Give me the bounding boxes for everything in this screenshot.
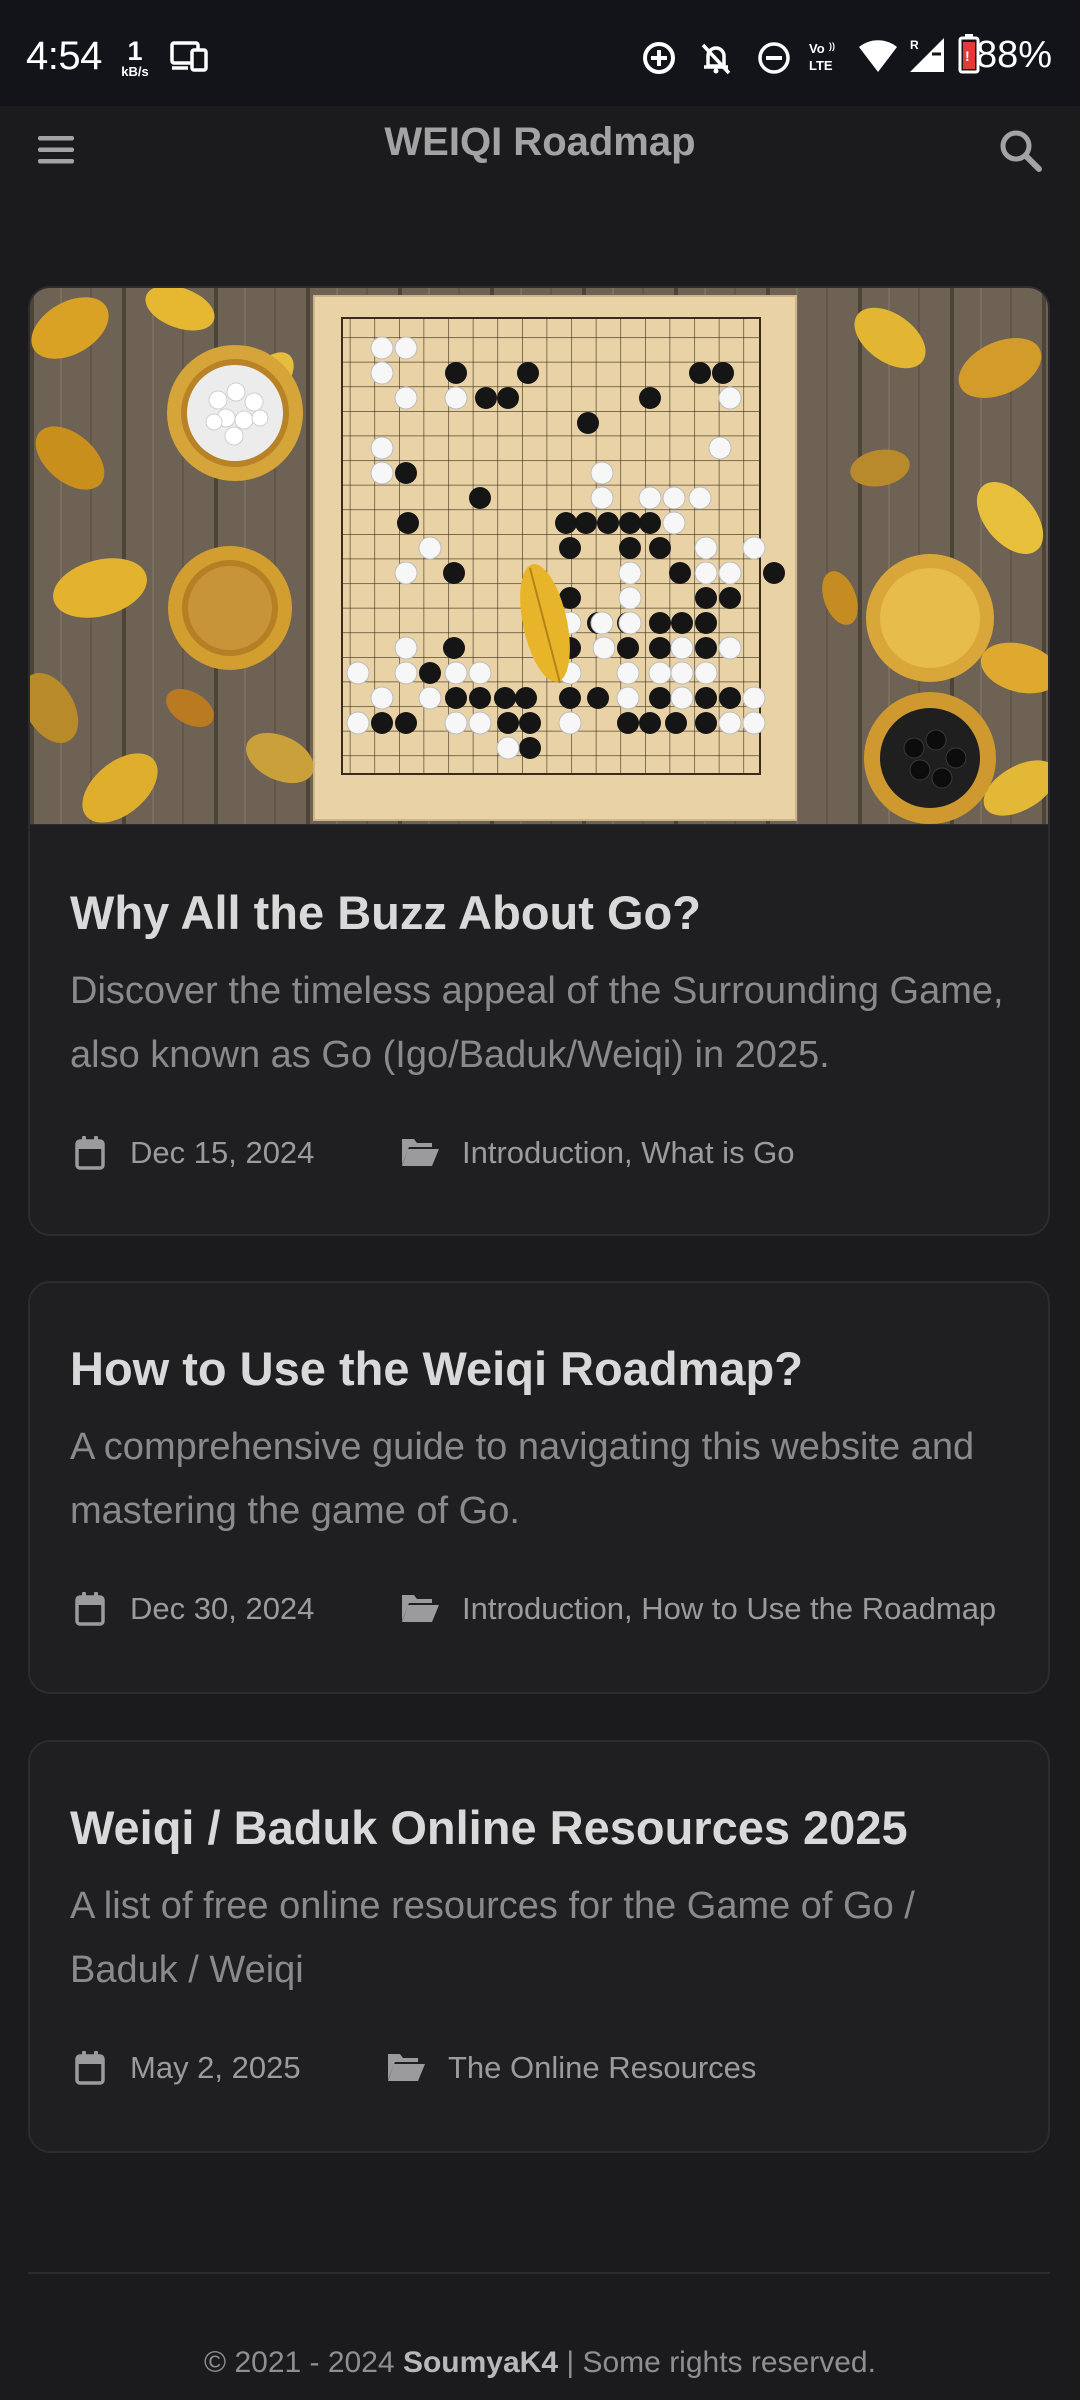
post-meta: May 2, 2025 The Online Resources (70, 2040, 1008, 2100)
post-card[interactable]: Weiqi / Baduk Online Resources 2025 A li… (28, 1740, 1050, 2153)
folder-open-icon (400, 1591, 440, 1633)
status-time: 4:54 (26, 34, 102, 78)
post-date: May 2, 2025 (130, 2050, 301, 2086)
calendar-icon (74, 2050, 106, 2094)
footer: © 2021 - 2024 SoumyaK4 | Some rights res… (0, 2346, 1080, 2380)
site-title[interactable]: WEIQI Roadmap (0, 120, 1080, 165)
app-header: WEIQI Roadmap (0, 106, 1080, 196)
footer-rights: | Some rights reserved. (566, 2346, 876, 2379)
footer-divider (28, 2272, 1050, 2274)
search-icon[interactable] (996, 126, 1044, 174)
post-date: Dec 15, 2024 (130, 1135, 315, 1171)
svg-text:!: ! (965, 48, 970, 64)
folder-open-icon (386, 2050, 426, 2092)
post-title[interactable]: How to Use the Weiqi Roadmap? (70, 1341, 1008, 1397)
post-description: A list of free online resources for the … (70, 1885, 915, 1992)
post-card[interactable]: How to Use the Weiqi Roadmap? A comprehe… (28, 1281, 1050, 1694)
network-speed-unit: kB/s (121, 64, 149, 79)
post-date: Dec 30, 2024 (130, 1591, 315, 1627)
network-speed-value: 1 (127, 36, 143, 66)
footer-copyright: © 2021 - 2024 (204, 2346, 395, 2379)
post-categories[interactable]: Introduction, How to Use the Roadmap (462, 1591, 996, 1627)
svg-text:)): )) (829, 41, 835, 51)
post-title[interactable]: Why All the Buzz About Go? (70, 885, 1008, 941)
battery-percent: 88% (975, 34, 1052, 76)
svg-text:Vo: Vo (809, 41, 825, 56)
post-meta: Dec 15, 2024 Introduction, What is Go (70, 1125, 1008, 1185)
post-title[interactable]: Weiqi / Baduk Online Resources 2025 (70, 1800, 1008, 1856)
footer-author-link[interactable]: SoumyaK4 (403, 2346, 558, 2379)
calendar-icon (74, 1135, 106, 1179)
status-bar: 4:54 1 kB/s Vo)) LTE R ! 88% (0, 0, 1080, 106)
cast-devices-icon (170, 40, 210, 76)
volte-icon: Vo )) LTE (806, 38, 844, 80)
status-icons: Vo )) LTE R ! 88% (640, 32, 1080, 82)
folder-open-icon (400, 1135, 440, 1177)
post-categories[interactable]: Introduction, What is Go (462, 1135, 795, 1171)
post-preview-image (30, 288, 1048, 825)
wifi-icon (858, 38, 898, 78)
data-saver-icon (640, 40, 678, 80)
cellular-signal-icon: R (908, 36, 946, 78)
post-meta: Dec 30, 2024 Introduction, How to Use th… (70, 1581, 1008, 1641)
calendar-icon (74, 1591, 106, 1635)
svg-text:R: R (910, 38, 919, 52)
network-speed: 1 kB/s (114, 36, 156, 79)
svg-text:LTE: LTE (809, 58, 833, 73)
notifications-off-icon (698, 40, 734, 80)
post-card[interactable]: Why All the Buzz About Go? Discover the … (28, 286, 1050, 1236)
post-categories[interactable]: The Online Resources (448, 2050, 756, 2086)
post-description: Discover the timeless appeal of the Surr… (70, 970, 1004, 1077)
do-not-disturb-icon (756, 40, 792, 80)
post-description: A comprehensive guide to navigating this… (70, 1426, 975, 1533)
